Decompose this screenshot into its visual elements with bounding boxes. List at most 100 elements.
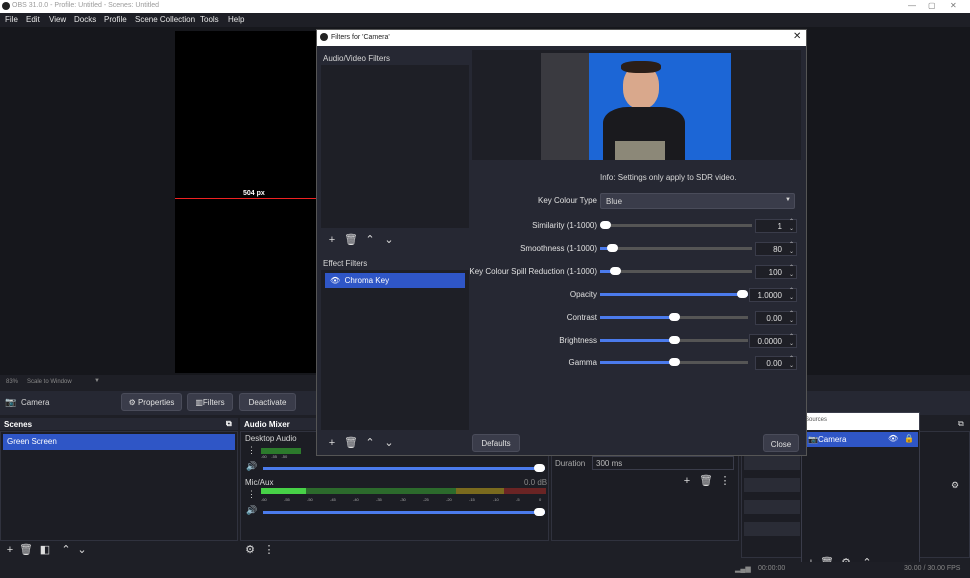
menu-file[interactable]: File [5, 15, 18, 24]
sources-title: Sources [802, 413, 919, 430]
speaker-icon[interactable]: 🔊 [246, 461, 257, 472]
spin-arrows-icon[interactable]: ⌃ ⌄ [789, 219, 794, 233]
setting-spinbox[interactable]: 0.00 ⌃ ⌄ [755, 311, 797, 325]
slider-knob[interactable] [737, 290, 748, 298]
filter-icon: ▥ [195, 398, 203, 407]
chevron-down-icon[interactable]: ▼ [94, 378, 100, 384]
audio-mixer-toolbar: ⚙ ⋮ [240, 543, 549, 559]
kebab-icon[interactable]: ⋮ [262, 543, 276, 557]
add-icon[interactable]: + [325, 233, 339, 247]
duration-field[interactable]: 300 ms [592, 456, 734, 470]
scale-mode[interactable]: Scale to Window [27, 379, 72, 385]
control-button[interactable] [744, 522, 800, 536]
setting-spinbox[interactable]: 80 ⌃ ⌄ [755, 242, 797, 256]
setting-spinbox[interactable]: 0.00 ⌃ ⌄ [755, 356, 797, 370]
close-icon[interactable]: ✕ [793, 31, 801, 42]
undock-icon[interactable]: ⧉ [958, 419, 964, 429]
key-colour-select[interactable]: Blue ▼ [600, 193, 795, 209]
trash-icon[interactable]: 🗑 [344, 233, 358, 247]
deactivate-button[interactable]: Deactivate [239, 393, 296, 411]
add-icon[interactable]: + [680, 474, 694, 488]
setting-slider[interactable] [600, 244, 752, 252]
setting-slider[interactable] [600, 313, 748, 321]
setting-slider[interactable] [600, 358, 748, 366]
minimize-icon[interactable]: — [908, 1, 916, 10]
chevron-up-icon[interactable]: ⌃ [59, 543, 73, 557]
control-button[interactable] [744, 500, 800, 514]
setting-slider[interactable] [600, 221, 752, 229]
filters-button[interactable]: ▥Filters [187, 393, 233, 411]
gear-icon[interactable]: ⚙ [951, 480, 959, 491]
maximize-icon[interactable]: ▢ [928, 1, 936, 10]
chevron-down-icon[interactable]: ⌄ [75, 543, 89, 557]
kebab-icon[interactable]: ⋮ [247, 445, 256, 456]
spin-arrows-icon[interactable]: ⌃ ⌄ [789, 242, 794, 256]
menu-edit[interactable]: Edit [26, 15, 40, 24]
setting-slider[interactable] [600, 267, 752, 275]
volume-slider[interactable] [263, 464, 545, 472]
menu-help[interactable]: Help [228, 15, 244, 24]
close-button[interactable]: Close [763, 434, 799, 452]
menu-profile[interactable]: Profile [104, 15, 127, 24]
spin-arrows-icon[interactable]: ⌃ ⌄ [789, 265, 794, 279]
slider-fill [600, 361, 674, 364]
trash-icon[interactable]: 🗑 [344, 436, 358, 450]
program-preview[interactable] [175, 31, 320, 373]
trash-icon[interactable]: 🗑 [19, 543, 33, 557]
trash-icon[interactable]: 🗑 [699, 474, 713, 488]
setting-label: Key Colour Type [538, 196, 597, 205]
chevron-down-icon[interactable]: ⌄ [382, 436, 396, 450]
kebab-icon[interactable]: ⋮ [718, 474, 732, 488]
eye-icon[interactable]: 👁 [888, 434, 898, 443]
chevron-up-icon[interactable]: ⌃ [363, 436, 377, 450]
setting-slider[interactable] [600, 336, 748, 344]
spin-arrows-icon[interactable]: ⌃ ⌄ [789, 334, 794, 348]
eye-icon[interactable]: 👁 [330, 276, 340, 285]
add-icon[interactable]: + [325, 436, 339, 450]
gear-icon[interactable]: ⚙ [243, 543, 257, 557]
properties-button[interactable]: ⚙ Properties [121, 393, 182, 411]
slider-knob[interactable] [669, 358, 680, 366]
chevron-down-icon[interactable]: ⌄ [382, 233, 396, 247]
slider-knob[interactable] [600, 221, 611, 229]
control-button[interactable] [744, 456, 800, 470]
filter-icon[interactable]: ◧ [38, 543, 52, 557]
chevron-up-icon[interactable]: ⌃ [363, 233, 377, 247]
spin-arrows-icon[interactable]: ⌃ ⌄ [789, 311, 794, 325]
selected-source-name: Camera [21, 398, 50, 407]
slider-knob[interactable] [610, 267, 622, 275]
lock-icon[interactable]: 🔒 [904, 434, 914, 443]
slider-fill [600, 293, 748, 296]
setting-slider[interactable] [600, 290, 748, 298]
spin-arrows-icon[interactable]: ⌃ ⌄ [789, 288, 794, 302]
undock-icon[interactable]: ⧉ [226, 419, 232, 429]
close-window-icon[interactable]: ✕ [950, 1, 957, 10]
kebab-icon[interactable]: ⋮ [247, 489, 256, 500]
add-icon[interactable]: + [3, 543, 17, 557]
setting-spinbox[interactable]: 100 ⌃ ⌄ [755, 265, 797, 279]
setting-spinbox[interactable]: 1 ⌃ ⌄ [755, 219, 797, 233]
control-button[interactable] [744, 478, 800, 492]
spin-arrows-icon[interactable]: ⌃ ⌄ [789, 356, 794, 370]
setting-spinbox[interactable]: 0.0000 ⌃ ⌄ [749, 334, 797, 348]
status-bar: ▂▄▆ 00:00:00 30.00 / 30.00 FPS [0, 562, 970, 578]
menu-view[interactable]: View [49, 15, 66, 24]
menu-tools[interactable]: Tools [200, 15, 219, 24]
slider-knob[interactable] [607, 244, 619, 252]
setting-label: Contrast [566, 313, 597, 322]
volume-slider[interactable] [263, 508, 545, 516]
slider-knob[interactable] [669, 313, 680, 321]
setting-spinbox[interactable]: 1.0000 ⌃ ⌄ [749, 288, 797, 302]
slider-knob[interactable] [669, 336, 680, 344]
audio-video-filters-label: Audio/Video Filters [323, 54, 390, 63]
filters-label: Filters [202, 398, 225, 407]
scene-item[interactable]: Green Screen [3, 434, 235, 450]
source-item[interactable]: 📷Camera 👁 🔒 [804, 432, 918, 447]
setting-label: Gamma [568, 358, 597, 367]
scenes-title: Scenes [4, 420, 33, 429]
record-time: 00:00:00 [758, 565, 786, 572]
defaults-button[interactable]: Defaults [472, 434, 520, 452]
menu-docks[interactable]: Docks [74, 15, 96, 24]
speaker-icon[interactable]: 🔊 [246, 505, 257, 516]
menu-scene-collection[interactable]: Scene Collection [135, 15, 195, 24]
